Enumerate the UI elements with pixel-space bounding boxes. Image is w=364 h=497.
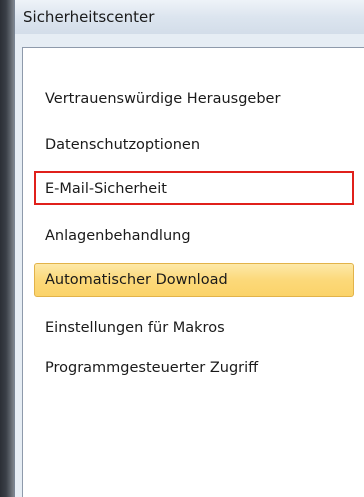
nav-item-privacy-options[interactable]: Datenschutzoptionen [34, 128, 354, 162]
nav-item-attachment-handling[interactable]: Anlagenbehandlung [34, 219, 354, 253]
trust-center-window: Sicherheitscenter Vertrauenswürdige Hera… [14, 0, 364, 497]
title-bar[interactable]: Sicherheitscenter [15, 0, 364, 34]
nav-item-trusted-publishers[interactable]: Vertrauenswürdige Herausgeber [34, 82, 354, 116]
screen: Sicherheitscenter Vertrauenswürdige Hera… [0, 0, 364, 497]
nav-item-email-security[interactable]: E-Mail-Sicherheit [34, 171, 354, 205]
category-list: Vertrauenswürdige Herausgeber Datenschut… [22, 47, 364, 497]
window-title: Sicherheitscenter [23, 8, 155, 26]
nav-item-macro-settings[interactable]: Einstellungen für Makros [34, 311, 354, 345]
background-window-edge [0, 0, 14, 497]
nav-item-automatic-download[interactable]: Automatischer Download [34, 263, 354, 297]
nav-item-programmatic-access[interactable]: Programmgesteuerter Zugriff [34, 351, 354, 385]
